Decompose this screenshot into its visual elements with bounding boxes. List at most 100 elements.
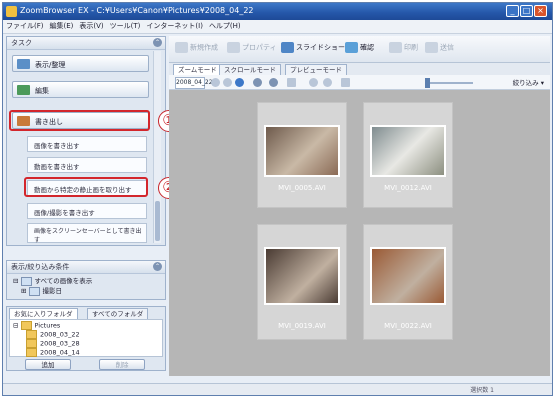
nav-back-icon[interactable] bbox=[211, 78, 220, 87]
zoom-in-icon[interactable] bbox=[309, 78, 318, 87]
thumbnail-caption: MVI_0019.AVI bbox=[278, 322, 326, 330]
folder-item[interactable]: 2008_03_28 bbox=[26, 339, 80, 348]
action-export-movies[interactable]: 動画を書き出す bbox=[27, 157, 147, 173]
toolbar-label: 確認 bbox=[360, 43, 374, 52]
folder-label: Pictures bbox=[34, 321, 61, 330]
toolbar-label: 新規作成 bbox=[190, 43, 218, 52]
thumbnail-image[interactable] bbox=[370, 125, 446, 177]
toolbar-label: 送信 bbox=[440, 43, 454, 52]
app-window: ZoomBrowser EX - C:¥Users¥Canon¥Pictures… bbox=[2, 2, 553, 396]
fit-icon[interactable] bbox=[341, 78, 350, 87]
task-panel: タスク ⌃ 表示/整理 編集 書き出し 画像を書き出す 動画を書き出す 動画から… bbox=[6, 36, 166, 246]
folder-field[interactable]: 2008_04_22 bbox=[175, 77, 213, 89]
print-button[interactable]: 印刷 bbox=[389, 42, 418, 56]
filter-label: すべての画像を表示 bbox=[34, 277, 93, 285]
thumbnail-caption: MVI_0005.AVI bbox=[278, 184, 326, 192]
slider-knob[interactable] bbox=[425, 78, 430, 88]
folder-icon bbox=[26, 348, 37, 357]
thumbnail-size-slider[interactable] bbox=[425, 78, 473, 88]
review-button[interactable]: 確認 bbox=[345, 42, 374, 56]
menu-bar: ファイル(F) 編集(E) 表示(V) ツール(T) インターネット(I) ヘルプ(H) bbox=[3, 20, 552, 34]
collapse-icon[interactable]: ⌃ bbox=[153, 262, 162, 271]
highlight-export-category bbox=[9, 110, 150, 131]
category-view-organize[interactable]: 表示/整理 bbox=[12, 55, 149, 72]
thumbnail-grid: MVI_0005.AVI MVI_0012.AVI MVI_0019.AVI M… bbox=[169, 90, 550, 376]
action-export-images[interactable]: 画像を書き出す bbox=[27, 136, 147, 152]
toolbar-label: スライドショー bbox=[296, 43, 345, 52]
status-text: 選択数 1 bbox=[470, 387, 494, 394]
thumbnail-image[interactable] bbox=[264, 247, 340, 305]
refresh-icon[interactable] bbox=[235, 78, 244, 87]
view-icon bbox=[17, 59, 30, 69]
task-scrollbar[interactable] bbox=[153, 51, 161, 243]
close-button[interactable]: × bbox=[534, 5, 547, 17]
folder-label: 2008_04_14 bbox=[40, 348, 80, 357]
thumbnail-image[interactable] bbox=[264, 125, 340, 177]
action-label: 画像/撮影を書き出す bbox=[34, 209, 95, 217]
menu-view[interactable]: 表示(V) bbox=[76, 20, 106, 33]
folder-icon bbox=[20, 321, 32, 330]
select-icon[interactable] bbox=[287, 78, 296, 87]
nav-forward-icon[interactable] bbox=[223, 78, 232, 87]
maximize-button[interactable]: □ bbox=[520, 5, 533, 17]
window-title: ZoomBrowser EX - C:¥Users¥Canon¥Pictures… bbox=[20, 6, 254, 15]
highlight-extract-still bbox=[24, 177, 148, 197]
slideshow-button[interactable]: スライドショー bbox=[281, 42, 345, 56]
filter-label: 撮影日 bbox=[42, 287, 63, 295]
action-export-shooting[interactable]: 画像/撮影を書き出す bbox=[27, 203, 147, 219]
category-label: 編集 bbox=[35, 87, 49, 95]
action-label: 画像をスクリーンセーバーとして書き出す bbox=[34, 228, 142, 244]
folder-panel: お気に入りフォルダ すべてのフォルダ ⊟ Pictures 2008_03_22… bbox=[6, 306, 166, 371]
app-icon bbox=[6, 6, 17, 17]
action-label: 画像を書き出す bbox=[34, 142, 80, 150]
thumbnail-caption: MVI_0012.AVI bbox=[384, 184, 432, 192]
menu-internet[interactable]: インターネット(I) bbox=[143, 20, 206, 33]
main-pane: 新規作成 プロパティ スライドショー 確認 印刷 送信 ズームモード スクロール… bbox=[169, 36, 550, 382]
collapse-icon[interactable]: ⌃ bbox=[153, 38, 162, 47]
send-button[interactable]: 送信 bbox=[425, 42, 454, 56]
properties-button[interactable]: プロパティ bbox=[227, 42, 277, 56]
toolbar-label: プロパティ bbox=[242, 43, 277, 52]
thumbnail-caption: MVI_0022.AVI bbox=[384, 322, 432, 330]
folder-pictures[interactable]: ⊟ Pictures bbox=[13, 321, 60, 330]
status-bar: 選択数 1 bbox=[3, 383, 552, 395]
remove-folder-button[interactable]: 削除 bbox=[99, 359, 145, 370]
thumbnail-card[interactable] bbox=[257, 102, 347, 208]
filter-panel-title: 表示/絞り込み条件 bbox=[11, 263, 70, 271]
calendar-icon bbox=[28, 286, 40, 296]
menu-edit[interactable]: 編集(E) bbox=[47, 20, 77, 33]
menu-file[interactable]: ファイル(F) bbox=[3, 20, 47, 33]
filter-dropdown[interactable]: 絞り込み ▾ bbox=[513, 77, 544, 87]
new-icon bbox=[175, 42, 188, 53]
view-bar: 2008_04_22 絞り込み ▾ bbox=[169, 75, 550, 90]
view-options-icon[interactable] bbox=[253, 78, 262, 87]
category-edit[interactable]: 編集 bbox=[12, 81, 149, 98]
view-mode-tabs: ズームモード スクロールモード プレビューモード bbox=[169, 63, 550, 76]
folder-icon bbox=[26, 330, 37, 339]
folder-item[interactable]: 2008_03_22 bbox=[26, 330, 80, 339]
menu-help[interactable]: ヘルプ(H) bbox=[206, 20, 244, 33]
task-panel-title: タスク bbox=[11, 39, 32, 47]
print-icon bbox=[389, 42, 402, 53]
folder-item[interactable]: 2008_04_14 bbox=[26, 348, 80, 357]
toolbar-label: 印刷 bbox=[404, 43, 418, 52]
zoom-out-icon[interactable] bbox=[323, 78, 332, 87]
filter-item-all[interactable]: ⊟ すべての画像を表示 bbox=[13, 275, 92, 286]
title-bar[interactable]: ZoomBrowser EX - C:¥Users¥Canon¥Pictures… bbox=[3, 3, 552, 20]
filter-item-date[interactable]: ⊞ 撮影日 bbox=[21, 285, 62, 296]
thumbnail-image[interactable] bbox=[370, 247, 446, 305]
scrollbar-thumb[interactable] bbox=[155, 201, 160, 241]
thumbnail-card[interactable] bbox=[363, 102, 453, 208]
toolbar: 新規作成 プロパティ スライドショー 確認 印刷 送信 bbox=[169, 36, 550, 63]
sort-icon[interactable] bbox=[269, 78, 278, 87]
minimize-button[interactable]: _ bbox=[506, 5, 519, 17]
folder-icon bbox=[26, 339, 37, 348]
new-button[interactable]: 新規作成 bbox=[175, 42, 218, 56]
folder-tree: ⊟ Pictures 2008_03_22 2008_03_28 2008_04… bbox=[9, 319, 163, 357]
review-icon bbox=[345, 42, 358, 53]
category-label: 表示/整理 bbox=[35, 61, 66, 69]
add-folder-button[interactable]: 追加 bbox=[25, 359, 71, 370]
action-export-screensaver[interactable]: 画像をスクリーンセーバーとして書き出す bbox=[27, 223, 147, 244]
action-label: 動画を書き出す bbox=[34, 163, 80, 171]
menu-tools[interactable]: ツール(T) bbox=[107, 20, 144, 33]
